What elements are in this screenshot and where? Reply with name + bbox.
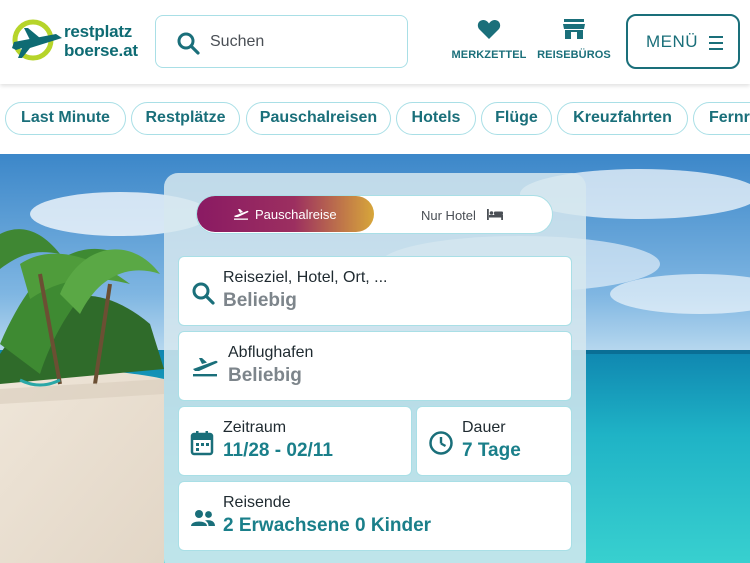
pill-hotels[interactable]: Hotels — [396, 102, 476, 135]
period-field[interactable]: Zeitraum 11/28 - 02/11 — [178, 406, 412, 476]
store-icon — [563, 19, 585, 39]
duration-value: 7 Tage — [462, 440, 521, 461]
logo-wordmark: restplatz boerse.at — [64, 22, 138, 60]
search-icon — [177, 32, 200, 55]
plane-departure-icon — [234, 209, 249, 220]
tab-nur-hotel-label: Nur Hotel — [421, 208, 476, 223]
clock-icon — [429, 431, 453, 455]
plane-departure-icon — [193, 358, 218, 377]
destination-value: Beliebig — [223, 290, 297, 311]
calendar-icon — [190, 431, 214, 456]
duration-label: Dauer — [462, 419, 506, 436]
period-value: 11/28 - 02/11 — [223, 440, 333, 461]
heart-icon — [477, 19, 501, 39]
logo-plane-icon — [12, 19, 62, 61]
duration-field[interactable]: Dauer 7 Tage — [416, 406, 572, 476]
nav-merkzettel[interactable]: MERKZETTEL — [449, 18, 529, 61]
travelers-field[interactable]: Reisende 2 Erwachsene 0 Kinder — [178, 481, 572, 551]
search-placeholder: Suchen — [210, 33, 265, 50]
bed-icon — [487, 209, 503, 220]
trip-type-toggle: Pauschalreise Nur Hotel — [196, 195, 553, 234]
pill-fernreisen[interactable]: Fernr — [693, 102, 750, 135]
pill-pauschalreisen[interactable]: Pauschalreisen — [246, 102, 391, 135]
people-icon — [191, 510, 215, 526]
period-label: Zeitraum — [223, 419, 287, 436]
destination-label: Reiseziel, Hotel, Ort, ... — [223, 269, 388, 286]
tab-pauschalreise[interactable]: Pauschalreise — [197, 196, 374, 232]
menu-label: MENÜ — [646, 32, 699, 51]
nav-reisebueros[interactable]: REISEBÜROS — [534, 18, 614, 61]
pill-last-minute[interactable]: Last Minute — [5, 102, 126, 135]
tab-pauschalreise-label: Pauschalreise — [255, 207, 337, 222]
pill-fluege[interactable]: Flüge — [481, 102, 552, 135]
destination-field[interactable]: Reiseziel, Hotel, Ort, ... Beliebig — [178, 256, 572, 326]
pill-restplaetze[interactable]: Restplätze — [131, 102, 240, 135]
site-header: restplatz boerse.at Suchen MERKZETTEL RE… — [0, 0, 750, 84]
search-icon — [192, 282, 215, 305]
nav-reisebueros-label: REISEBÜROS — [537, 49, 611, 61]
pill-kreuzfahrten[interactable]: Kreuzfahrten — [557, 102, 688, 135]
airport-label: Abflughafen — [228, 344, 314, 361]
category-pills: Last Minute Restplätze Pauschalreisen Ho… — [0, 84, 750, 154]
airport-field[interactable]: Abflughafen Beliebig — [178, 331, 572, 401]
menu-button[interactable]: MENÜ — [626, 14, 740, 69]
hamburger-icon — [709, 36, 723, 50]
nav-merkzettel-label: MERKZETTEL — [451, 49, 527, 61]
search-box[interactable]: Suchen — [155, 15, 408, 68]
travelers-value: 2 Erwachsene 0 Kinder — [223, 515, 432, 536]
site-logo[interactable]: restplatz boerse.at — [10, 18, 150, 66]
travelers-label: Reisende — [223, 494, 291, 511]
airport-value: Beliebig — [228, 365, 302, 386]
